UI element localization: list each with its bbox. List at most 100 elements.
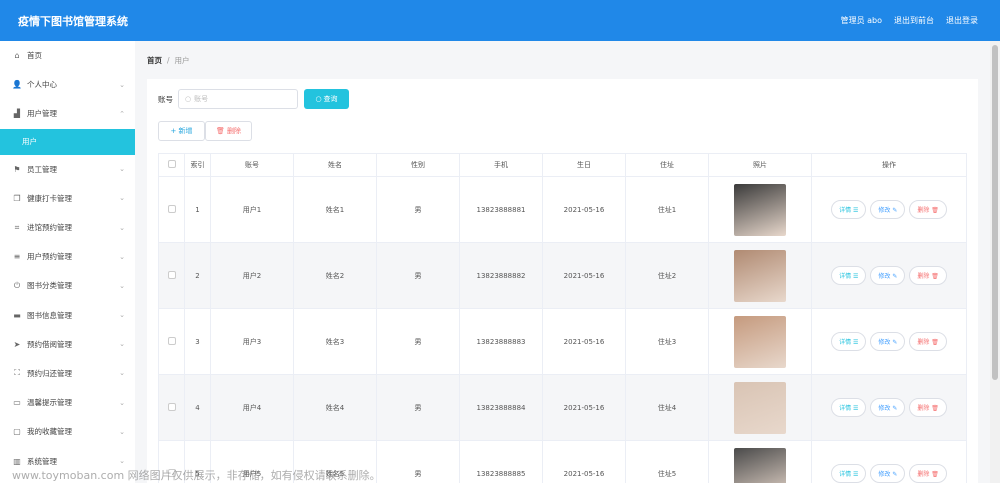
top-header: 疫情下图书馆管理系统 管理员 abo 退出到前台 退出登录 [0,0,1000,41]
monitor-icon: ▭ [13,398,21,408]
row-checkbox[interactable] [167,336,176,345]
add-button[interactable]: + 新增 [158,121,205,141]
sidebar-item-label: 预约借阅管理 [27,339,72,349]
content-card: 账号 ○ 账号 ○ 查询 + 新增 🗑 删除 索引 账号 姓名 性别 手机 生日 住址 照片操… [147,79,978,483]
detail-button[interactable]: 详情 ☰ [831,464,867,483]
row-select-cell [158,176,185,243]
row-checkbox[interactable] [167,270,176,279]
sidebar-item-3[interactable]: 用户 [0,128,135,155]
detail-button[interactable]: 详情 ☰ [831,266,867,285]
cell-actions: 详情 ☰ 修改 ✎ 删除 🗑 [811,308,967,375]
chevron-icon: ⌄ [119,80,125,89]
scrollbar-thumb[interactable] [992,45,998,380]
edit-button[interactable]: 修改 ✎ [870,200,906,219]
breadcrumb-home[interactable]: 首页 [147,55,162,66]
sidebar-item-4[interactable]: ⚑ 员工管理 ⌄ [0,155,135,184]
batch-delete-button[interactable]: 🗑 删除 [205,121,252,141]
cell-actions: 详情 ☰ 修改 ✎ 删除 🗑 [811,374,967,441]
cell-birthday: 2021-05-16 [542,176,626,243]
back-to-front-link[interactable]: 退出到前台 [894,15,934,26]
sidebar-item-6[interactable]: ⌗ 进馆预约管理 ⌄ [0,213,135,242]
stats-icon: ▥ [13,456,21,466]
query-button-label: 查询 [323,95,338,103]
sidebar-item-11[interactable]: ⛶ 预约归还管理 ⌄ [0,359,135,388]
edit-button[interactable]: 修改 ✎ [870,332,906,351]
detail-button[interactable]: 详情 ☰ [831,200,867,219]
edit-button[interactable]: 修改 ✎ [870,398,906,417]
search-input[interactable]: ○ 账号 [178,89,298,109]
table-row: 4 用户4 姓名4 男 13823888884 2021-05-16 住址4 详情 ☰ 修改 ✎… [158,374,967,441]
admin-user-link[interactable]: 管理员 abo [841,15,882,26]
cell-phone: 13823888883 [459,308,543,375]
sidebar-item-0[interactable]: ⌂ 首页 [0,41,135,70]
breadcrumb-current: 用户 [174,55,190,65]
delete-button[interactable]: 删除 🗑 [909,398,947,417]
chevron-icon: ⌄ [119,398,125,407]
sidebar-item-label: 用户 [22,137,37,147]
main-content: 首页 / 用户 账号 ○ 账号 ○ 查询 + 新增 🗑 删除 索引 账号 姓名 … [135,41,990,483]
detail-button[interactable]: 详情 ☰ [831,398,867,417]
cell-address: 住址3 [625,308,709,375]
cell-idx: 2 [184,242,211,309]
cell-birthday: 2021-05-16 [542,308,626,375]
query-button[interactable]: ○ 查询 [304,89,349,109]
page-scrollbar[interactable] [990,41,1000,483]
row-checkbox[interactable] [167,402,176,411]
row-select-cell [158,242,185,309]
edit-button[interactable]: 修改 ✎ [870,266,906,285]
sidebar-item-label: 我的收藏管理 [27,427,72,437]
detail-button[interactable]: 详情 ☰ [831,332,867,351]
row-actions: 详情 ☰ 修改 ✎ 删除 🗑 [812,332,966,351]
logout-link[interactable]: 退出登录 [946,15,978,26]
sidebar-item-7[interactable]: ≡ 用户预约管理 ⌄ [0,242,135,271]
cell-name: 姓名3 [293,308,377,375]
sidebar-item-label: 用户预约管理 [27,252,72,262]
sidebar-item-label: 系统管理 [27,456,57,466]
message-icon: ▬ [13,310,21,320]
cell-gender: 男 [376,242,460,309]
delete-button[interactable]: 删除 🗑 [909,266,947,285]
sidebar-item-label: 首页 [27,51,42,61]
user-icon: 👤 [12,80,22,90]
sidebar-item-1[interactable]: 👤 个人中心 ⌄ [0,70,135,99]
select-all-checkbox[interactable] [167,160,176,168]
delete-button[interactable]: 删除 🗑 [909,200,947,219]
column-header: 账号 [210,153,294,177]
user-photo[interactable] [734,183,786,236]
row-checkbox[interactable] [167,204,176,213]
cell-address: 住址2 [625,242,709,309]
cell-gender: 男 [376,440,460,483]
sidebar-item-9[interactable]: ▬ 图书信息管理 ⌄ [0,301,135,330]
column-header: 手机 [459,153,543,177]
sidebar-item-8[interactable]: ⏻ 图书分类管理 ⌄ [0,271,135,300]
cell-address: 住址5 [625,440,709,483]
sidebar-item-12[interactable]: ▭ 温馨提示管理 ⌄ [0,388,135,417]
user-photo[interactable] [734,249,786,302]
sidebar-item-5[interactable]: ❐ 健康打卡管理 ⌄ [0,184,135,213]
sidebar-item-13[interactable]: ▢ 我的收藏管理 ⌄ [0,417,135,446]
sidebar-item-label: 用户管理 [27,109,57,119]
chevron-icon: ⌄ [119,281,125,290]
cell-idx: 4 [184,374,211,441]
user-photo[interactable] [734,447,786,483]
user-photo[interactable] [734,315,786,368]
sidebar-item-2[interactable]: ▟ 用户管理 ⌃ [0,99,135,128]
sidebar-item-10[interactable]: ➤ 预约借阅管理 ⌄ [0,330,135,359]
column-header: 操作 [811,153,967,177]
column-header: 索引 [184,153,211,177]
column-header[interactable] [158,153,185,177]
delete-button[interactable]: 删除 🗑 [909,464,947,483]
chat-icon: ▢ [13,427,21,437]
column-header: 住址 [625,153,709,177]
cell-phone: 13823888885 [459,440,543,483]
cell-birthday: 2021-05-16 [542,374,626,441]
cell-phone: 13823888884 [459,374,543,441]
sidebar-item-label: 图书分类管理 [27,281,72,291]
table-row: 1 用户1 姓名1 男 13823888881 2021-05-16 住址1 详情 ☰ 修改 ✎… [158,176,967,243]
delete-button[interactable]: 删除 🗑 [909,332,947,351]
user-photo[interactable] [734,381,786,434]
cell-phone: 13823888882 [459,242,543,309]
edit-button[interactable]: 修改 ✎ [870,464,906,483]
row-actions: 详情 ☰ 修改 ✎ 删除 🗑 [812,200,966,219]
table-row: 2 用户2 姓名2 男 13823888882 2021-05-16 住址2 详情 ☰ 修改 ✎… [158,242,967,309]
